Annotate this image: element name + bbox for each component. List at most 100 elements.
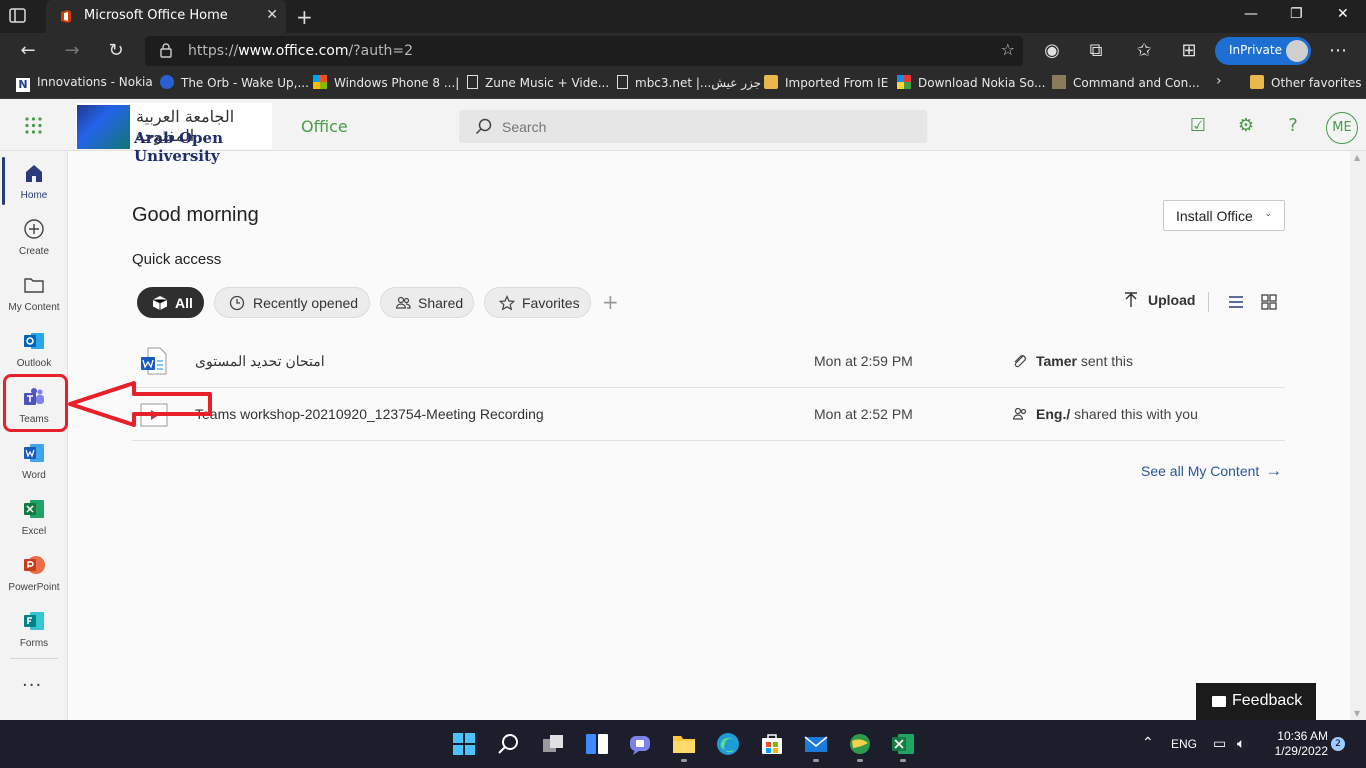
file-row[interactable]: Teams workshop-20210920_123754-Meeting R… [132,388,1285,441]
favorite-item[interactable]: Imported From IE [764,75,888,93]
file-name[interactable]: امتحان تحديد المستوى [195,353,325,370]
filter-shared[interactable]: Shared [380,287,474,318]
tray-overflow-chevron-icon[interactable]: ⌃ [1142,734,1154,751]
folder-icon [24,278,44,293]
microsoft-store-icon[interactable] [759,731,785,757]
collections-icon[interactable]: ⊞ [1177,39,1201,63]
running-indicator [813,759,819,762]
scroll-down-icon[interactable]: ▼ [1354,709,1360,718]
clock[interactable]: 10:36 AM 1/29/2022 [1264,729,1328,759]
grid-view-icon[interactable] [1260,293,1278,311]
address-bar[interactable]: https://www.office.com/?auth=2 ☆ [145,36,1023,66]
windows-taskbar: ⌃ ENG ▭ 🔈︎ 10:36 AM 1/29/2022 2 [0,720,1366,768]
filter-label: Recently opened [253,295,359,311]
search-input[interactable] [502,117,902,137]
minimize-icon[interactable]: — [1244,6,1258,22]
office-search-box[interactable] [459,110,927,143]
rail-item-my-content[interactable]: My Content [0,267,68,321]
browser-tab-active[interactable]: Microsoft Office Home ✕ [46,0,286,33]
organization-logo[interactable]: الجامعة العربية المفتوحة Arab Open Unive… [76,103,272,165]
windows-logo-icon [313,75,327,89]
see-all-my-content-link[interactable]: See all My Content → [1141,461,1282,481]
tab-actions-icon[interactable] [8,7,28,25]
teams-chat-icon[interactable] [627,731,653,757]
search-icon[interactable] [496,731,522,757]
favorite-item[interactable]: The Orb - Wake Up,... [160,75,309,93]
folder-icon [764,75,778,89]
favorites-icon[interactable]: ✩ [1132,39,1156,63]
file-date: Mon at 2:52 PM [814,406,913,422]
star-icon [499,295,515,311]
new-tab-button[interactable]: + [296,5,313,29]
clock-time: 10:36 AM [1277,729,1328,743]
toolbar-divider [1208,292,1209,312]
annotation-highlight-box [3,374,68,432]
rail-item-powerpoint[interactable]: PowerPoint [0,547,68,601]
favorite-item[interactable]: Command and Con... [1052,75,1200,93]
task-view-icon[interactable] [540,731,566,757]
feedback-chat-icon [1212,696,1226,707]
widgets-icon[interactable] [584,731,610,757]
add-filter-icon[interactable]: + [602,290,619,314]
my-day-icon[interactable]: ☑ [1187,115,1209,137]
favorites-overflow-chevron-icon[interactable]: › [1216,73,1222,91]
scroll-up-icon[interactable]: ▲ [1354,153,1360,162]
feedback-button[interactable]: Feedback [1196,683,1316,720]
windows-start-icon[interactable] [451,731,477,757]
settings-gear-icon[interactable]: ⚙ [1235,115,1257,137]
office-brand[interactable]: Office [301,117,348,136]
help-icon[interactable]: ? [1282,115,1304,137]
aou-emblem-icon [77,105,130,149]
favorite-star-icon[interactable]: ☆ [1001,40,1015,59]
favorite-item[interactable]: Windows Phone 8 ...| [313,75,459,93]
volume-icon[interactable]: 🔈︎ [1237,735,1245,752]
rail-item-word[interactable]: Word [0,435,68,489]
inprivate-badge[interactable]: InPrivate [1215,37,1311,65]
restore-icon[interactable]: ❐ [1290,6,1303,22]
more-apps-icon[interactable]: ··· [22,675,42,696]
earth-app-icon[interactable] [847,731,873,757]
favorite-item[interactable]: mbc3.net |...جزر عيش [617,75,761,93]
file-name[interactable]: Teams workshop-20210920_123754-Meeting R… [195,406,544,422]
account-avatar[interactable]: ME [1326,112,1358,144]
rail-item-home[interactable]: Home [0,155,68,209]
app-launcher-waffle-icon[interactable] [25,117,42,134]
filter-favorites[interactable]: Favorites [484,287,591,318]
notification-badge[interactable]: 2 [1331,737,1345,751]
network-icon[interactable]: ▭ [1213,735,1226,752]
powerpoint-icon [24,556,45,574]
list-view-icon[interactable] [1227,293,1245,311]
close-window-icon[interactable]: ✕ [1337,6,1349,22]
language-indicator[interactable]: ENG [1171,737,1197,751]
filter-all[interactable]: All [137,287,204,318]
page-scrollbar[interactable]: ▲ ▼ [1350,151,1366,720]
upload-button[interactable]: Upload [1124,292,1195,308]
nokia-icon: N [16,78,30,92]
file-row[interactable]: امتحان تحديد المستوى Mon at 2:59 PM Tame… [132,335,1285,388]
cube-icon [152,296,168,310]
extensions-puzzle-icon[interactable]: ⧉ [1084,39,1108,63]
favorite-item[interactable]: N Innovations - Nokia [16,75,153,93]
favorite-item[interactable]: Download Nokia So... [897,75,1045,93]
filter-recently-opened[interactable]: Recently opened [214,287,370,318]
more-menu-icon[interactable]: ⋯ [1326,39,1350,63]
rail-item-create[interactable]: Create [0,211,68,265]
left-app-rail: Home Create My Content Outlook Teams Wor… [0,151,68,720]
excel-taskbar-icon[interactable] [890,731,916,757]
greeting-heading: Good morning [132,204,259,226]
rail-item-forms[interactable]: Forms [0,603,68,657]
edge-browser-icon[interactable] [715,731,741,757]
mail-icon[interactable] [803,731,829,757]
forward-icon[interactable]: → [60,39,84,63]
install-office-button[interactable]: Install Office ⌄ [1163,200,1285,231]
file-explorer-icon[interactable] [671,731,697,757]
annotation-arrow-icon [68,381,212,427]
refresh-icon[interactable]: ↻ [104,39,128,63]
favorite-item[interactable]: Zune Music + Vide... [467,75,609,93]
extension-globe-icon[interactable]: ◉ [1040,39,1064,63]
favorite-item[interactable]: Other favorites [1250,75,1362,93]
close-tab-icon[interactable]: ✕ [266,7,278,23]
rail-item-outlook[interactable]: Outlook [0,323,68,377]
rail-item-excel[interactable]: Excel [0,491,68,545]
back-icon[interactable]: ← [16,39,40,63]
